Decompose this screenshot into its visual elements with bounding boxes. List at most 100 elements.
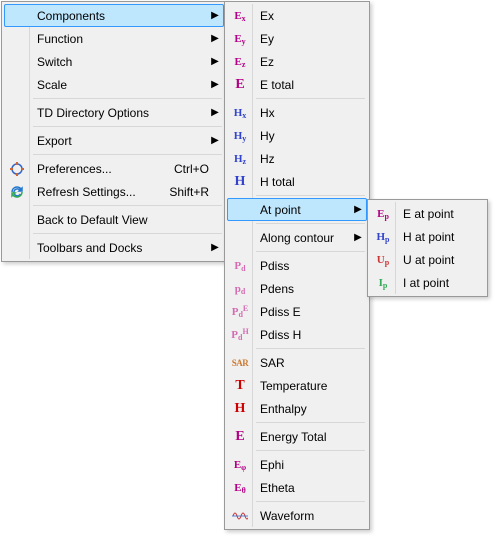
energy-icon: E xyxy=(228,429,252,445)
menu-item-label: Toolbars and Docks xyxy=(29,241,209,255)
hp-icon: Hp xyxy=(371,231,395,243)
ey-icon: Ey xyxy=(228,33,252,45)
menu-item-label: Components xyxy=(29,9,209,23)
menu-item-label: Export xyxy=(29,134,209,148)
hy-icon: Hy xyxy=(228,130,252,142)
ez-icon: Ez xyxy=(228,56,252,68)
menu-item-label: TD Directory Options xyxy=(29,106,209,120)
menu-item-ex[interactable]: Ex Ex xyxy=(227,4,367,27)
menu-item-pdens[interactable]: pd Pdens xyxy=(227,277,367,300)
menu-item-shortcut: Ctrl+O xyxy=(174,162,223,176)
menu-item-hx[interactable]: Hx Hx xyxy=(227,101,367,124)
menu-item-etotal[interactable]: E E total xyxy=(227,73,367,96)
menu-item-label: E at point xyxy=(395,207,484,221)
menu-item-waveform[interactable]: Waveform xyxy=(227,504,367,527)
enthalpy-icon: H xyxy=(228,401,252,417)
sar-icon: SAR xyxy=(228,358,252,368)
menu-item-pdisse[interactable]: PdE Pdiss E xyxy=(227,300,367,323)
menu-item-toolbars-and-docks[interactable]: Toolbars and Docks ▶ xyxy=(4,236,224,259)
menu-item-at-point[interactable]: At point ▶ xyxy=(227,198,367,221)
menu-item-pdissh[interactable]: PdH Pdiss H xyxy=(227,323,367,346)
menu-item-e-at-point[interactable]: Ep E at point xyxy=(370,202,485,225)
menu-item-label: E total xyxy=(252,78,366,92)
menu-item-components[interactable]: Components ▶ xyxy=(4,4,224,27)
menu-item-along-contour[interactable]: Along contour ▶ xyxy=(227,226,367,249)
menu-item-label: Etheta xyxy=(252,481,366,495)
menu-item-label: Scale xyxy=(29,78,209,92)
menu-item-i-at-point[interactable]: Ip I at point xyxy=(370,271,485,294)
submenu-arrow-icon: ▶ xyxy=(209,79,221,90)
hx-icon: Hx xyxy=(228,107,252,119)
menu-item-function[interactable]: Function ▶ xyxy=(4,27,224,50)
menu-item-label: Energy Total xyxy=(252,430,366,444)
menu-item-scale[interactable]: Scale ▶ xyxy=(4,73,224,96)
ip-icon: Ip xyxy=(371,277,395,289)
menu-item-label: Ey xyxy=(252,32,366,46)
menu-item-label: Ex xyxy=(252,9,366,23)
menu-item-label: Pdiss xyxy=(252,259,366,273)
menu-item-label: Pdens xyxy=(252,282,366,296)
menu-separator xyxy=(33,233,222,234)
menu-separator xyxy=(33,98,222,99)
menu-item-label: H total xyxy=(252,175,366,189)
menu-item-preferences[interactable]: Preferences... Ctrl+O xyxy=(4,157,224,180)
menu-item-label: Preferences... xyxy=(29,162,174,176)
menu-item-label: Switch xyxy=(29,55,209,69)
submenu-arrow-icon: ▶ xyxy=(209,242,221,253)
menu-item-label: SAR xyxy=(252,356,366,370)
menu-item-switch[interactable]: Switch ▶ xyxy=(4,50,224,73)
menu-separator xyxy=(256,251,365,252)
menu-separator xyxy=(256,223,365,224)
menu-item-ephi[interactable]: Eφ Ephi xyxy=(227,453,367,476)
context-menu-settings: Components ▶ Function ▶ Switch ▶ Scale ▶… xyxy=(1,1,227,262)
menu-item-pdiss[interactable]: Pd Pdiss xyxy=(227,254,367,277)
menu-item-u-at-point[interactable]: Up U at point xyxy=(370,248,485,271)
preferences-icon xyxy=(5,161,29,177)
menu-item-label: Refresh Settings... xyxy=(29,185,169,199)
submenu-arrow-icon: ▶ xyxy=(209,107,221,118)
menu-item-label: Hx xyxy=(252,106,366,120)
menu-item-label: Back to Default View xyxy=(29,213,223,227)
submenu-arrow-icon: ▶ xyxy=(352,204,364,215)
menu-item-export[interactable]: Export ▶ xyxy=(4,129,224,152)
pdisse-icon: PdE xyxy=(228,306,252,318)
menu-item-etheta[interactable]: Eθ Etheta xyxy=(227,476,367,499)
h-icon: H xyxy=(228,174,252,190)
pdens-icon: pd xyxy=(228,283,252,295)
menu-item-hy[interactable]: Hy Hy xyxy=(227,124,367,147)
menu-item-label: At point xyxy=(252,203,352,217)
menu-item-temperature[interactable]: T Temperature xyxy=(227,374,367,397)
menu-item-td-directory-options[interactable]: TD Directory Options ▶ xyxy=(4,101,224,124)
submenu-at-point: Ep E at point Hp H at point Up U at poin… xyxy=(367,199,488,297)
menu-item-hz[interactable]: Hz Hz xyxy=(227,147,367,170)
menu-item-label: Pdiss E xyxy=(252,305,366,319)
menu-item-sar[interactable]: SAR SAR xyxy=(227,351,367,374)
menu-item-label: Temperature xyxy=(252,379,366,393)
pd-icon: Pd xyxy=(228,260,252,272)
menu-item-energy-total[interactable]: E Energy Total xyxy=(227,425,367,448)
menu-item-label: Waveform xyxy=(252,509,366,523)
menu-item-label: Along contour xyxy=(252,231,352,245)
refresh-icon xyxy=(5,184,29,200)
menu-item-enthalpy[interactable]: H Enthalpy xyxy=(227,397,367,420)
menu-item-back-to-default-view[interactable]: Back to Default View xyxy=(4,208,224,231)
menu-item-htotal[interactable]: H H total xyxy=(227,170,367,193)
submenu-arrow-icon: ▶ xyxy=(209,33,221,44)
menu-item-label: Pdiss H xyxy=(252,328,366,342)
menu-item-refresh-settings[interactable]: Refresh Settings... Shift+R xyxy=(4,180,224,203)
menu-item-h-at-point[interactable]: Hp H at point xyxy=(370,225,485,248)
menu-separator xyxy=(256,450,365,451)
menu-item-ey[interactable]: Ey Ey xyxy=(227,27,367,50)
up-icon: Up xyxy=(371,254,395,266)
etheta-icon: Eθ xyxy=(228,482,252,494)
submenu-components: Ex Ex Ey Ey Ez Ez E E total Hx Hx Hy Hy … xyxy=(224,1,370,530)
temperature-icon: T xyxy=(228,378,252,394)
menu-item-ez[interactable]: Ez Ez xyxy=(227,50,367,73)
menu-item-label: Function xyxy=(29,32,209,46)
menu-item-label: Hz xyxy=(252,152,366,166)
menu-item-shortcut: Shift+R xyxy=(169,185,223,199)
submenu-arrow-icon: ▶ xyxy=(209,56,221,67)
menu-item-label: Ephi xyxy=(252,458,366,472)
e-icon: E xyxy=(228,77,252,93)
menu-separator xyxy=(256,195,365,196)
